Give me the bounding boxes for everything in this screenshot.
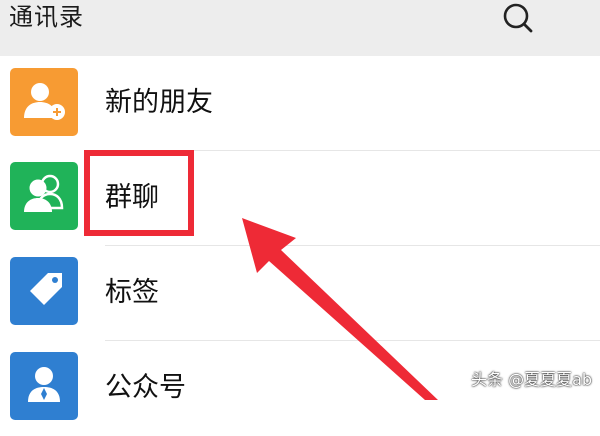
- menu-item-label: 标签: [105, 277, 159, 308]
- top-bar: 通讯录: [0, 0, 600, 56]
- group-chat-icon: [10, 162, 78, 230]
- menu-item-label: 新的朋友: [105, 87, 213, 118]
- highlight-box: [84, 150, 194, 236]
- watermark: 头条 @夏夏夏ab: [471, 370, 593, 389]
- menu-item-tags[interactable]: 标签: [0, 246, 600, 341]
- page-title: 通讯录: [9, 3, 84, 31]
- menu-item-label: 公众号: [105, 372, 186, 403]
- search-button[interactable]: [496, 0, 540, 40]
- menu-item-new-friends[interactable]: 新的朋友: [0, 56, 600, 151]
- add-friend-icon: [10, 68, 78, 136]
- tag-icon: [10, 257, 78, 325]
- official-account-icon: [10, 352, 78, 420]
- search-icon: [503, 3, 533, 33]
